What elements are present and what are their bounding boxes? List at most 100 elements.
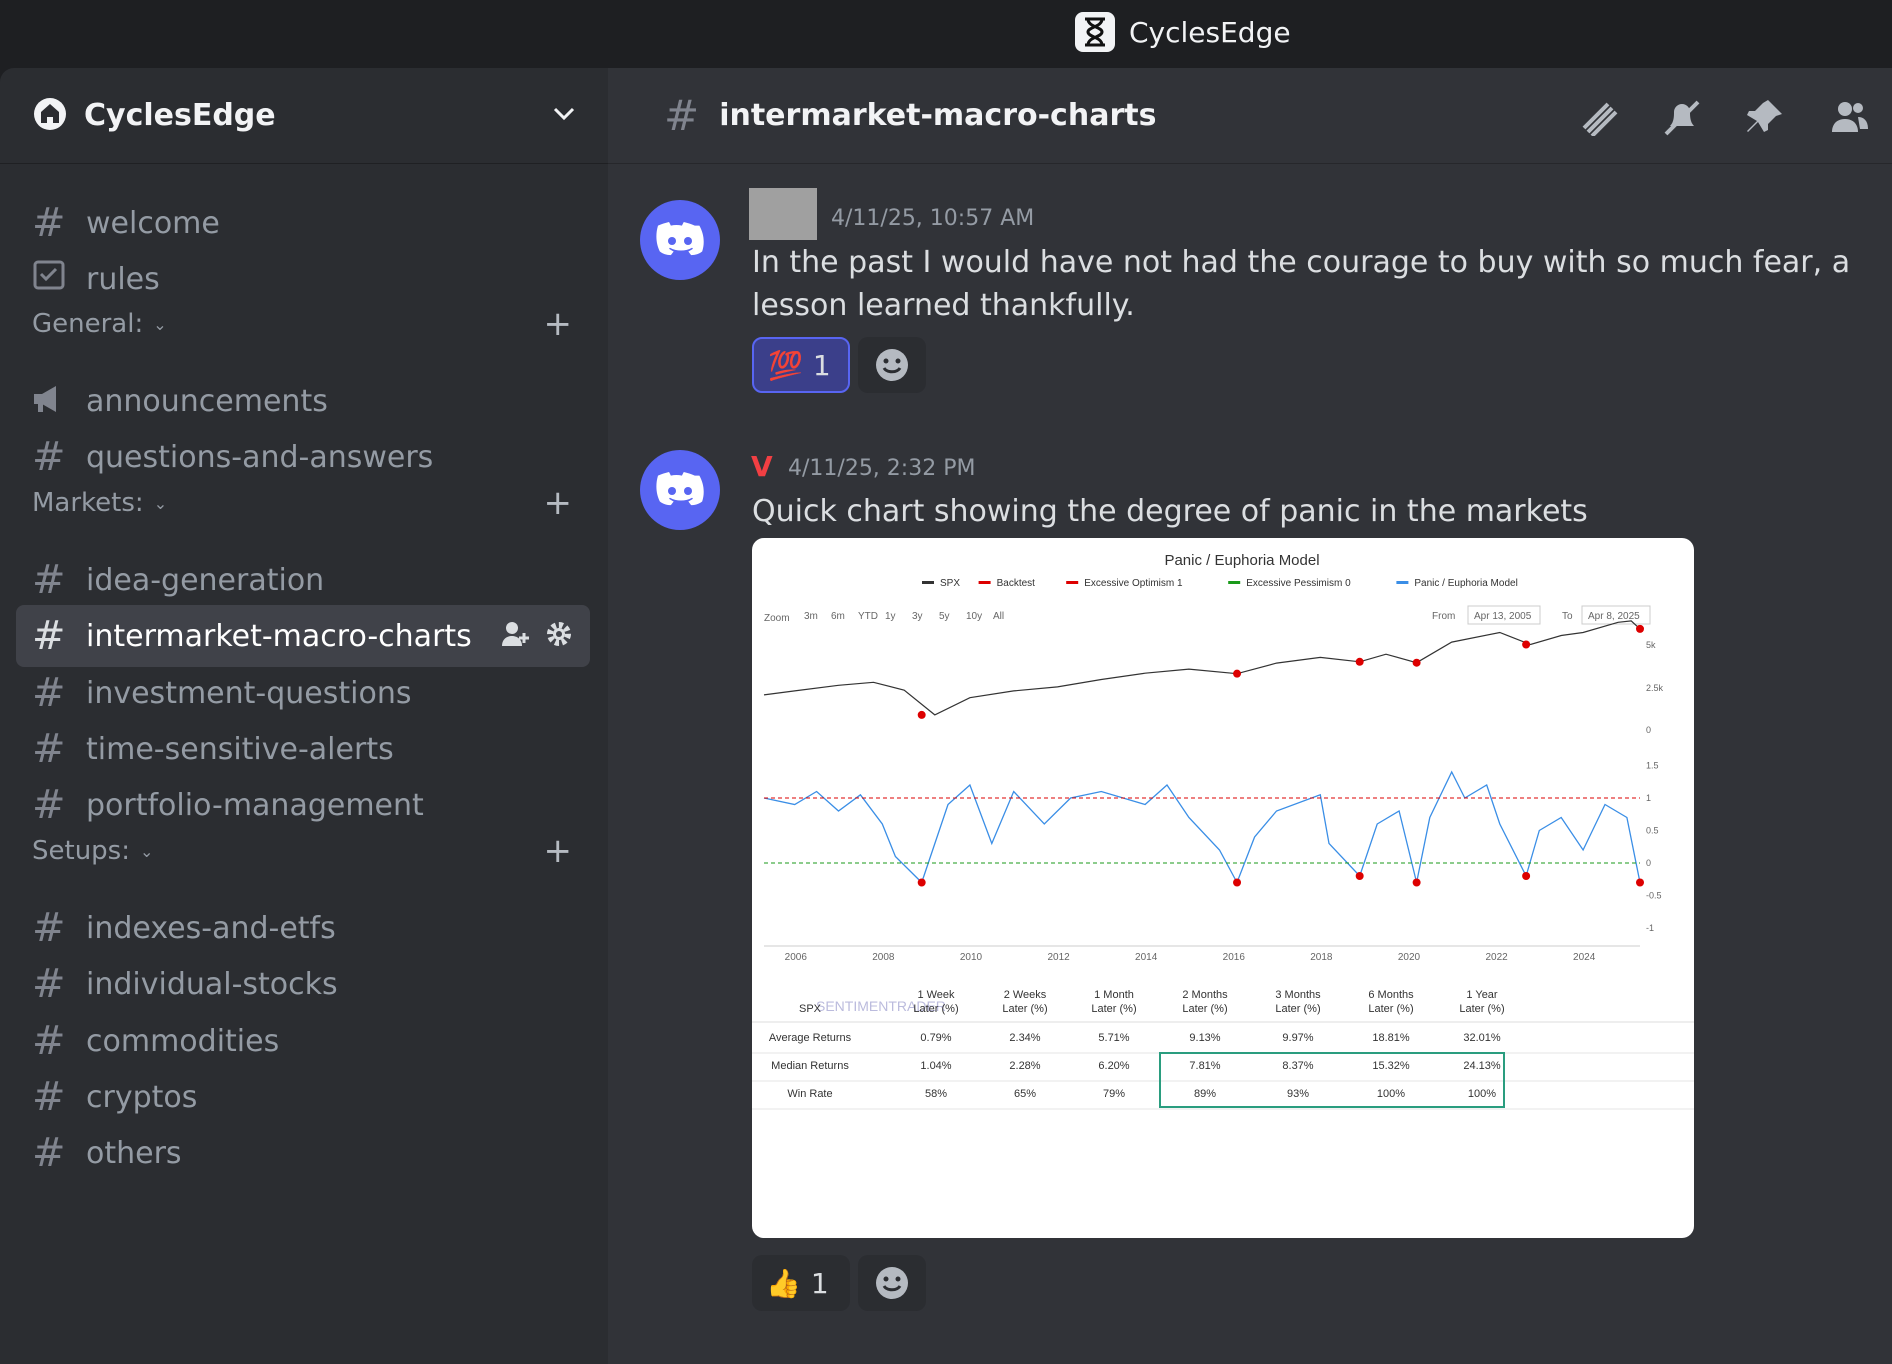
- chart-attachment[interactable]: Panic / Euphoria Model SPX Backtest Excess…: [752, 538, 1694, 1238]
- add-reaction-button[interactable]: [858, 1255, 926, 1311]
- avatar[interactable]: [640, 200, 720, 280]
- spx-line: [763, 620, 1641, 716]
- channel-label: announcements: [86, 383, 328, 419]
- sidebar-item-investment-questions[interactable]: # investment-questions: [16, 662, 590, 724]
- server-icon: [32, 96, 68, 136]
- backtest-point: [1233, 878, 1242, 887]
- table-header: Later (%): [1275, 1003, 1320, 1015]
- reaction-count: 1: [812, 348, 831, 382]
- thumbs-up-emoji: 👍: [766, 1266, 801, 1300]
- x-tick-label: 2020: [1398, 952, 1421, 963]
- invite-icon[interactable]: [500, 619, 530, 653]
- megaphone-icon: [32, 378, 86, 424]
- table-header: 6 Months: [1368, 989, 1414, 1001]
- hash-icon: #: [32, 670, 66, 716]
- zoom-bar: Zoom 3m 6m YTD 1y 3y 5y 10y All From Apr 13, 2005 T…: [764, 605, 1651, 625]
- legend-label: SPX: [940, 578, 960, 589]
- hourglass-icon: [1075, 12, 1115, 52]
- zoom-label: Zoom: [764, 613, 790, 624]
- add-channel-icon[interactable]: +: [544, 483, 573, 523]
- table-cell: 1.04%: [920, 1060, 951, 1072]
- backtest-point: [1355, 657, 1364, 666]
- sidebar-item-questions-and-answers[interactable]: # questions-and-answers: [16, 426, 590, 488]
- avatar[interactable]: [640, 450, 720, 530]
- sidebar-item-welcome[interactable]: # welcome: [16, 192, 590, 254]
- table-cell: Win Rate: [787, 1088, 832, 1100]
- sidebar-item-rules[interactable]: rules: [16, 248, 590, 310]
- table-cell: 2.34%: [1009, 1032, 1040, 1044]
- sidebar-item-idea-generation[interactable]: # idea-generation: [16, 549, 590, 611]
- channel-title: intermarket-macro-charts: [719, 98, 1157, 133]
- channel-label: indexes-and-etfs: [86, 910, 336, 946]
- reaction-hundred[interactable]: 💯 1: [752, 337, 850, 393]
- zoom-button: All: [993, 611, 1004, 622]
- category-label: General:: [32, 309, 144, 339]
- chevron-down-icon: ⌄: [153, 314, 167, 334]
- add-reaction-button[interactable]: [858, 337, 926, 393]
- y-tick-label: 0: [1646, 858, 1651, 868]
- sidebar-item-indexes-and-etfs[interactable]: # indexes-and-etfs: [16, 897, 590, 959]
- table-cell: 58%: [925, 1088, 947, 1100]
- member-list-icon[interactable]: [1830, 98, 1870, 145]
- legend-swatch: [1396, 581, 1409, 584]
- sidebar-item-announcements[interactable]: announcements: [16, 370, 590, 432]
- channel-label: commodities: [86, 1023, 280, 1059]
- message-timestamp: 4/11/25, 10:57 AM: [831, 206, 1035, 231]
- y-tick-label: -0.5: [1646, 891, 1662, 901]
- backtest-point: [1233, 669, 1242, 678]
- hundred-emoji: 💯: [768, 348, 803, 382]
- sidebar-item-individual-stocks[interactable]: # individual-stocks: [16, 953, 590, 1015]
- mute-bell-icon[interactable]: [1662, 98, 1702, 145]
- legend-swatch: [978, 581, 991, 584]
- backtest-point: [917, 878, 926, 887]
- table-cell: 2.28%: [1009, 1060, 1040, 1072]
- sidebar-item-time-sensitive-alerts[interactable]: # time-sensitive-alerts: [16, 718, 590, 780]
- category-markets[interactable]: Markets: ⌄ +: [32, 483, 572, 523]
- sidebar-item-cryptos[interactable]: # cryptos: [16, 1066, 590, 1128]
- category-label: Markets:: [32, 488, 144, 518]
- y-tick-label: -1: [1646, 923, 1654, 933]
- server-header[interactable]: CyclesEdge: [0, 68, 608, 164]
- gear-icon[interactable]: [544, 619, 574, 653]
- threads-icon[interactable]: [1578, 98, 1618, 145]
- table-cell: 18.81%: [1372, 1032, 1410, 1044]
- chart-legend: SPX Backtest Excessive Optimism 1 Excessive…: [922, 578, 1518, 589]
- add-channel-icon[interactable]: +: [544, 831, 573, 871]
- channel-actions: [500, 619, 590, 653]
- hash-icon: #: [32, 200, 66, 246]
- table-header: 1 Year: [1466, 989, 1498, 1001]
- message-author[interactable]: V: [751, 450, 773, 483]
- sidebar-item-intermarket-macro-charts[interactable]: # intermarket-macro-charts: [16, 605, 590, 667]
- legend-label: Backtest: [997, 578, 1036, 589]
- hash-icon: #: [32, 782, 66, 828]
- backtest-point: [1522, 872, 1531, 880]
- table-header: Later (%): [1459, 1003, 1504, 1015]
- table-cell: 5.71%: [1098, 1032, 1129, 1044]
- pin-icon[interactable]: [1746, 98, 1786, 145]
- channel-label: idea-generation: [86, 562, 325, 598]
- header-toolbar: [1578, 98, 1870, 145]
- chevron-down-icon[interactable]: [552, 106, 576, 126]
- table-header: 3 Months: [1275, 989, 1321, 1001]
- sidebar-item-others[interactable]: # others: [16, 1122, 590, 1184]
- category-general[interactable]: General: ⌄ +: [32, 304, 572, 344]
- table-header: 2 Weeks: [1004, 989, 1047, 1001]
- table-header: Later (%): [1002, 1003, 1047, 1015]
- reaction-count: 1: [810, 1266, 829, 1300]
- sidebar-item-commodities[interactable]: # commodities: [16, 1010, 590, 1072]
- table-cell: Median Returns: [771, 1060, 849, 1072]
- y-tick-label: 1: [1646, 793, 1651, 803]
- y-tick-label: 1.5: [1646, 761, 1659, 771]
- table-cell: 15.32%: [1372, 1060, 1410, 1072]
- category-setups[interactable]: Setups: ⌄ +: [32, 831, 572, 871]
- legend-swatch: [922, 581, 934, 584]
- sidebar-item-portfolio-management[interactable]: # portfolio-management: [16, 774, 590, 836]
- zoom-button: YTD: [858, 611, 878, 622]
- channel-header: # intermarket-macro-charts: [608, 68, 1892, 164]
- reaction-thumbs-up[interactable]: 👍 1: [752, 1255, 850, 1311]
- table-header: 1 Month: [1094, 989, 1134, 1001]
- chevron-down-icon: ⌄: [153, 493, 168, 513]
- hash-icon: #: [32, 613, 66, 659]
- backtest-point: [1412, 658, 1421, 667]
- add-channel-icon[interactable]: +: [544, 304, 573, 344]
